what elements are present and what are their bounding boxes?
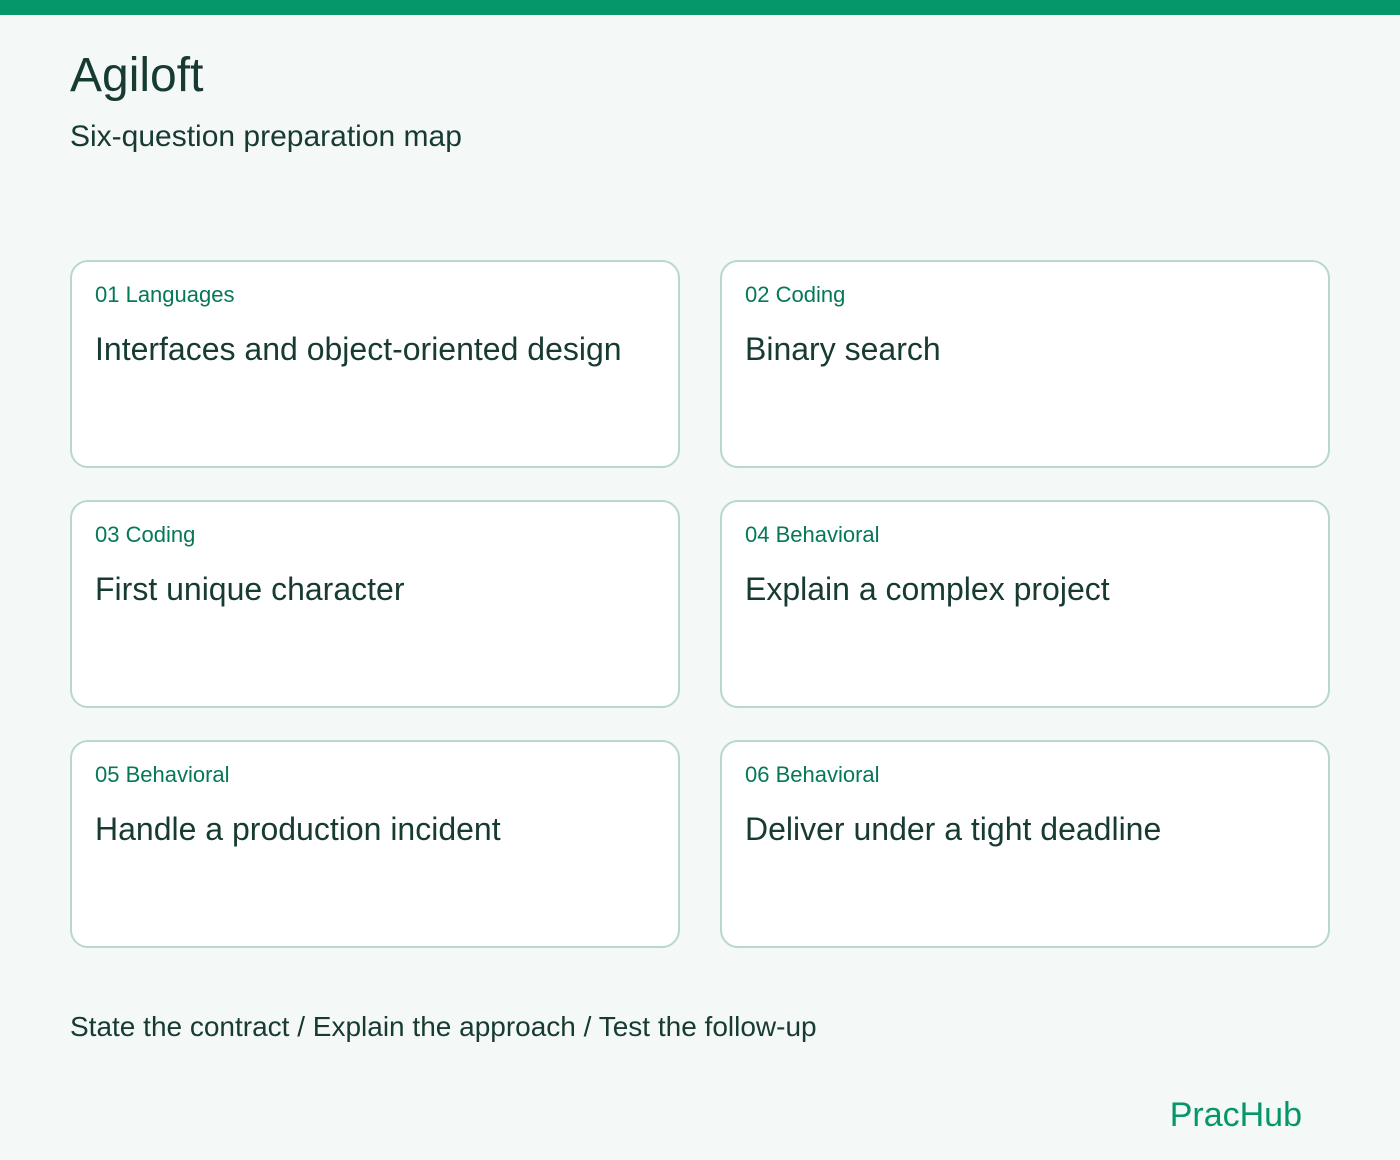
question-card-5[interactable]: 05 Behavioral Handle a production incide…	[70, 740, 680, 948]
question-tag: 05 Behavioral	[95, 762, 230, 787]
question-card-3[interactable]: 03 Coding First unique character	[70, 500, 680, 708]
question-tag: 02 Coding	[745, 282, 846, 307]
top-accent-bar	[0, 0, 1400, 15]
brand-logo: PracHub	[1169, 1096, 1302, 1134]
question-tag: 03 Coding	[95, 522, 196, 547]
question-title: Binary search	[745, 331, 941, 367]
question-card-4[interactable]: 04 Behavioral Explain a complex project	[720, 500, 1330, 708]
question-card-1[interactable]: 01 Languages Interfaces and object-orien…	[70, 260, 680, 468]
question-title: First unique character	[95, 571, 405, 607]
question-title: Explain a complex project	[745, 571, 1110, 607]
question-card-2[interactable]: 02 Coding Binary search	[720, 260, 1330, 468]
question-card-6[interactable]: 06 Behavioral Deliver under a tight dead…	[720, 740, 1330, 948]
question-title: Interfaces and object-oriented design	[95, 331, 622, 367]
question-tag: 04 Behavioral	[745, 522, 880, 547]
question-title: Deliver under a tight deadline	[745, 811, 1162, 847]
page-title: Agiloft	[70, 49, 204, 102]
question-grid: 01 Languages Interfaces and object-orien…	[70, 260, 1330, 948]
page-subtitle: Six-question preparation map	[70, 120, 462, 153]
question-title: Handle a production incident	[95, 811, 501, 847]
question-tag: 06 Behavioral	[745, 762, 880, 787]
method-note: State the contract / Explain the approac…	[70, 1011, 817, 1042]
question-tag: 01 Languages	[95, 282, 235, 307]
